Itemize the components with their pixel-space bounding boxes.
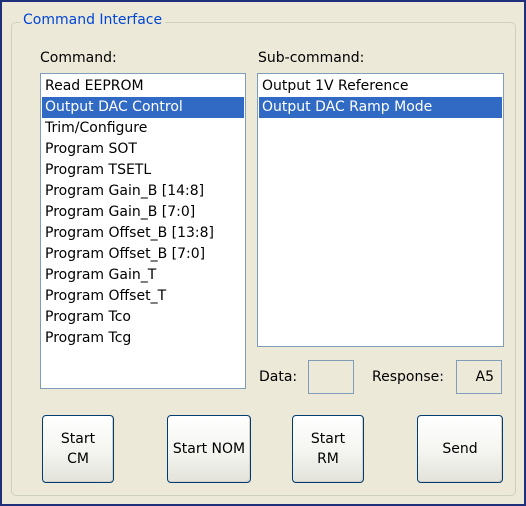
- start-nom-label: Start NOM: [172, 441, 246, 457]
- subcommand-list[interactable]: Output 1V Reference Output DAC Ramp Mode: [257, 73, 504, 347]
- list-item[interactable]: Output DAC Ramp Mode: [259, 97, 502, 118]
- start-rm-label-line1: Start: [310, 431, 346, 447]
- subcommand-label: Sub-command:: [258, 50, 365, 66]
- data-field[interactable]: [308, 360, 354, 394]
- list-item[interactable]: Program Offset_T: [42, 286, 244, 307]
- start-rm-label-line2: RM: [317, 451, 339, 467]
- command-label: Command:: [40, 50, 117, 66]
- response-label: Response:: [372, 369, 444, 385]
- list-item[interactable]: Program TSETL: [42, 160, 244, 181]
- list-item[interactable]: Program Gain_T: [42, 265, 244, 286]
- list-item[interactable]: Program Offset_B [7:0]: [42, 244, 244, 265]
- list-item[interactable]: Read EEPROM: [42, 76, 244, 97]
- list-item[interactable]: Program Offset_B [13:8]: [42, 223, 244, 244]
- start-rm-button[interactable]: Start RM: [292, 415, 364, 483]
- data-label: Data:: [259, 369, 298, 385]
- send-button[interactable]: Send: [417, 415, 503, 483]
- list-item[interactable]: Program Tco: [42, 307, 244, 328]
- list-item[interactable]: Program Gain_B [7:0]: [42, 202, 244, 223]
- command-list[interactable]: Read EEPROM Output DAC Control Trim/Config…: [40, 73, 246, 389]
- list-item[interactable]: Output 1V Reference: [259, 76, 502, 97]
- list-item[interactable]: Output DAC Control: [42, 97, 244, 118]
- command-interface-window: Command Interface Command: Read EEPROM Ou…: [0, 0, 526, 506]
- start-cm-label-line2: CM: [67, 451, 89, 467]
- send-label: Send: [442, 441, 478, 457]
- list-item[interactable]: Program SOT: [42, 139, 244, 160]
- response-field: A5: [456, 360, 502, 394]
- start-cm-label-line1: Start: [60, 431, 96, 447]
- group-title: Command Interface: [20, 12, 166, 28]
- start-nom-button[interactable]: Start NOM: [167, 415, 251, 483]
- start-cm-button[interactable]: Start CM: [42, 415, 114, 483]
- list-item[interactable]: Trim/Configure: [42, 118, 244, 139]
- list-item[interactable]: Program Tcg: [42, 328, 244, 349]
- list-item[interactable]: Program Gain_B [14:8]: [42, 181, 244, 202]
